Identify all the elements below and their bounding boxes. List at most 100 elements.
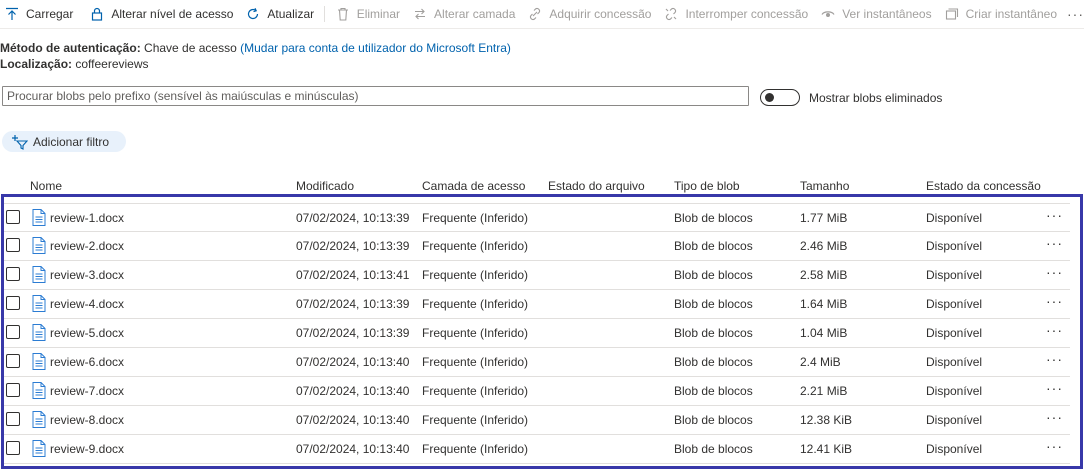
size-cell: 2.46 MiB	[800, 239, 848, 253]
document-icon	[32, 440, 46, 457]
row-checkbox[interactable]	[6, 441, 20, 455]
modified-cell: 07/02/2024, 10:13:41	[296, 268, 410, 282]
more-commands-button[interactable]: ···	[1067, 6, 1084, 22]
show-deleted-blobs-toggle[interactable]	[760, 89, 800, 106]
access-tier-cell: Frequente (Inferido)	[422, 211, 529, 225]
refresh-button[interactable]: Atualizar	[241, 0, 318, 28]
table-row[interactable]: review-9.docx 07/02/2024, 10:13:40 Frequen…	[4, 435, 1070, 464]
column-header-modified[interactable]: Modificado	[296, 179, 354, 193]
size-cell: 12.41 KiB	[800, 442, 853, 456]
link-icon	[527, 6, 543, 22]
break-lease-label: Interromper concessão	[685, 7, 809, 21]
row-more-actions-button[interactable]: ···	[1046, 293, 1063, 309]
lease-state-cell: Disponível	[926, 442, 983, 456]
lock-icon	[89, 6, 105, 22]
add-filter-icon	[12, 134, 28, 150]
delete-button[interactable]: Eliminar	[331, 0, 404, 28]
location: Localização: coffeereviews	[0, 57, 149, 71]
table-row[interactable]: review-8.docx 07/02/2024, 10:13:40 Frequen…	[4, 406, 1070, 435]
row-checkbox[interactable]	[6, 296, 20, 310]
lease-state-cell: Disponível	[926, 326, 983, 340]
blob-name-link[interactable]: review-9.docx	[50, 442, 124, 456]
column-header-archive-status[interactable]: Estado do arquivo	[548, 179, 645, 193]
broken-link-icon	[663, 6, 679, 22]
table-row[interactable]: review-5.docx 07/02/2024, 10:13:39 Frequen…	[4, 319, 1070, 348]
table-row[interactable]: review-3.docx 07/02/2024, 10:13:41 Frequen…	[4, 261, 1070, 290]
lease-state-cell: Disponível	[926, 297, 983, 311]
toolbar-divider	[324, 6, 325, 22]
column-header-blob-type[interactable]: Tipo de blob	[674, 179, 740, 193]
modified-cell: 07/02/2024, 10:13:40	[296, 355, 410, 369]
modified-cell: 07/02/2024, 10:13:39	[296, 297, 410, 311]
document-icon	[32, 209, 46, 226]
row-checkbox[interactable]	[6, 210, 20, 224]
column-header-lease-state[interactable]: Estado da concessão	[926, 179, 1041, 193]
row-checkbox[interactable]	[6, 325, 20, 339]
blob-name-link[interactable]: review-8.docx	[50, 413, 124, 427]
refresh-label: Atualizar	[267, 7, 315, 21]
blob-name-link[interactable]: review-2.docx	[50, 239, 124, 253]
document-icon	[32, 382, 46, 399]
row-checkbox[interactable]	[6, 354, 20, 368]
toggle-knob	[765, 93, 774, 102]
modified-cell: 07/02/2024, 10:13:39	[296, 239, 410, 253]
row-more-actions-button[interactable]: ···	[1046, 264, 1063, 280]
row-more-actions-button[interactable]: ···	[1046, 409, 1063, 425]
blob-name-link[interactable]: review-5.docx	[50, 326, 124, 340]
column-header-access-tier[interactable]: Camada de acesso	[422, 179, 525, 193]
size-cell: 2.58 MiB	[800, 268, 848, 282]
row-more-actions-button[interactable]: ···	[1046, 438, 1063, 454]
row-checkbox[interactable]	[6, 412, 20, 426]
column-header-name[interactable]: Nome	[30, 179, 62, 193]
row-more-actions-button[interactable]: ···	[1046, 380, 1063, 396]
table-row[interactable]: review-1.docx 07/02/2024, 10:13:39 Frequen…	[4, 203, 1070, 232]
blob-name-link[interactable]: review-6.docx	[50, 355, 124, 369]
size-cell: 1.64 MiB	[800, 297, 848, 311]
column-header-size[interactable]: Tamanho	[800, 179, 849, 193]
upload-button[interactable]: Carregar	[0, 0, 77, 28]
blob-prefix-search-input[interactable]	[2, 86, 749, 106]
row-checkbox[interactable]	[6, 238, 20, 252]
acquire-lease-label: Adquirir concessão	[549, 7, 652, 21]
table-row[interactable]: review-6.docx 07/02/2024, 10:13:40 Frequen…	[4, 348, 1070, 377]
document-icon	[32, 411, 46, 428]
lease-state-cell: Disponível	[926, 384, 983, 398]
size-cell: 2.21 MiB	[800, 384, 848, 398]
size-cell: 1.77 MiB	[800, 211, 848, 225]
document-icon	[32, 295, 46, 312]
blob-name-link[interactable]: review-3.docx	[50, 268, 124, 282]
lease-state-cell: Disponível	[926, 239, 983, 253]
access-tier-cell: Frequente (Inferido)	[422, 384, 529, 398]
switch-to-entra-link[interactable]: (Mudar para conta de utilizador do Micro…	[240, 41, 511, 55]
table-row[interactable]: review-4.docx 07/02/2024, 10:13:39 Frequen…	[4, 290, 1070, 319]
upload-icon	[4, 6, 20, 22]
blob-type-cell: Blob de blocos	[674, 442, 753, 456]
row-more-actions-button[interactable]: ···	[1046, 351, 1063, 367]
lease-state-cell: Disponível	[926, 413, 983, 427]
row-more-actions-button[interactable]: ···	[1046, 207, 1063, 223]
change-access-level-button[interactable]: Alterar nível de acesso	[85, 0, 237, 28]
change-tier-button[interactable]: Alterar camada	[408, 0, 519, 28]
eye-icon	[820, 6, 836, 22]
row-checkbox[interactable]	[6, 267, 20, 281]
acquire-lease-button[interactable]: Adquirir concessão	[523, 0, 655, 28]
blob-type-cell: Blob de blocos	[674, 326, 753, 340]
row-more-actions-button[interactable]: ···	[1046, 235, 1063, 251]
table-row[interactable]: review-2.docx 07/02/2024, 10:13:39 Frequen…	[4, 232, 1070, 261]
show-deleted-blobs-label: Mostrar blobs eliminados	[809, 91, 943, 105]
table-row[interactable]: review-7.docx 07/02/2024, 10:13:40 Frequen…	[4, 377, 1070, 406]
view-snapshots-button[interactable]: Ver instantâneos	[816, 0, 935, 28]
add-filter-button[interactable]: Adicionar filtro	[2, 131, 126, 152]
row-more-actions-button[interactable]: ···	[1046, 322, 1063, 338]
row-checkbox[interactable]	[6, 383, 20, 397]
create-snapshot-button[interactable]: Criar instantâneo	[940, 0, 1061, 28]
change-tier-label: Alterar camada	[434, 7, 516, 21]
lease-state-cell: Disponível	[926, 211, 983, 225]
blob-name-link[interactable]: review-1.docx	[50, 211, 124, 225]
blob-type-cell: Blob de blocos	[674, 413, 753, 427]
blob-type-cell: Blob de blocos	[674, 268, 753, 282]
blob-name-link[interactable]: review-4.docx	[50, 297, 124, 311]
break-lease-button[interactable]: Interromper concessão	[659, 0, 812, 28]
blob-name-link[interactable]: review-7.docx	[50, 384, 124, 398]
blob-type-cell: Blob de blocos	[674, 239, 753, 253]
